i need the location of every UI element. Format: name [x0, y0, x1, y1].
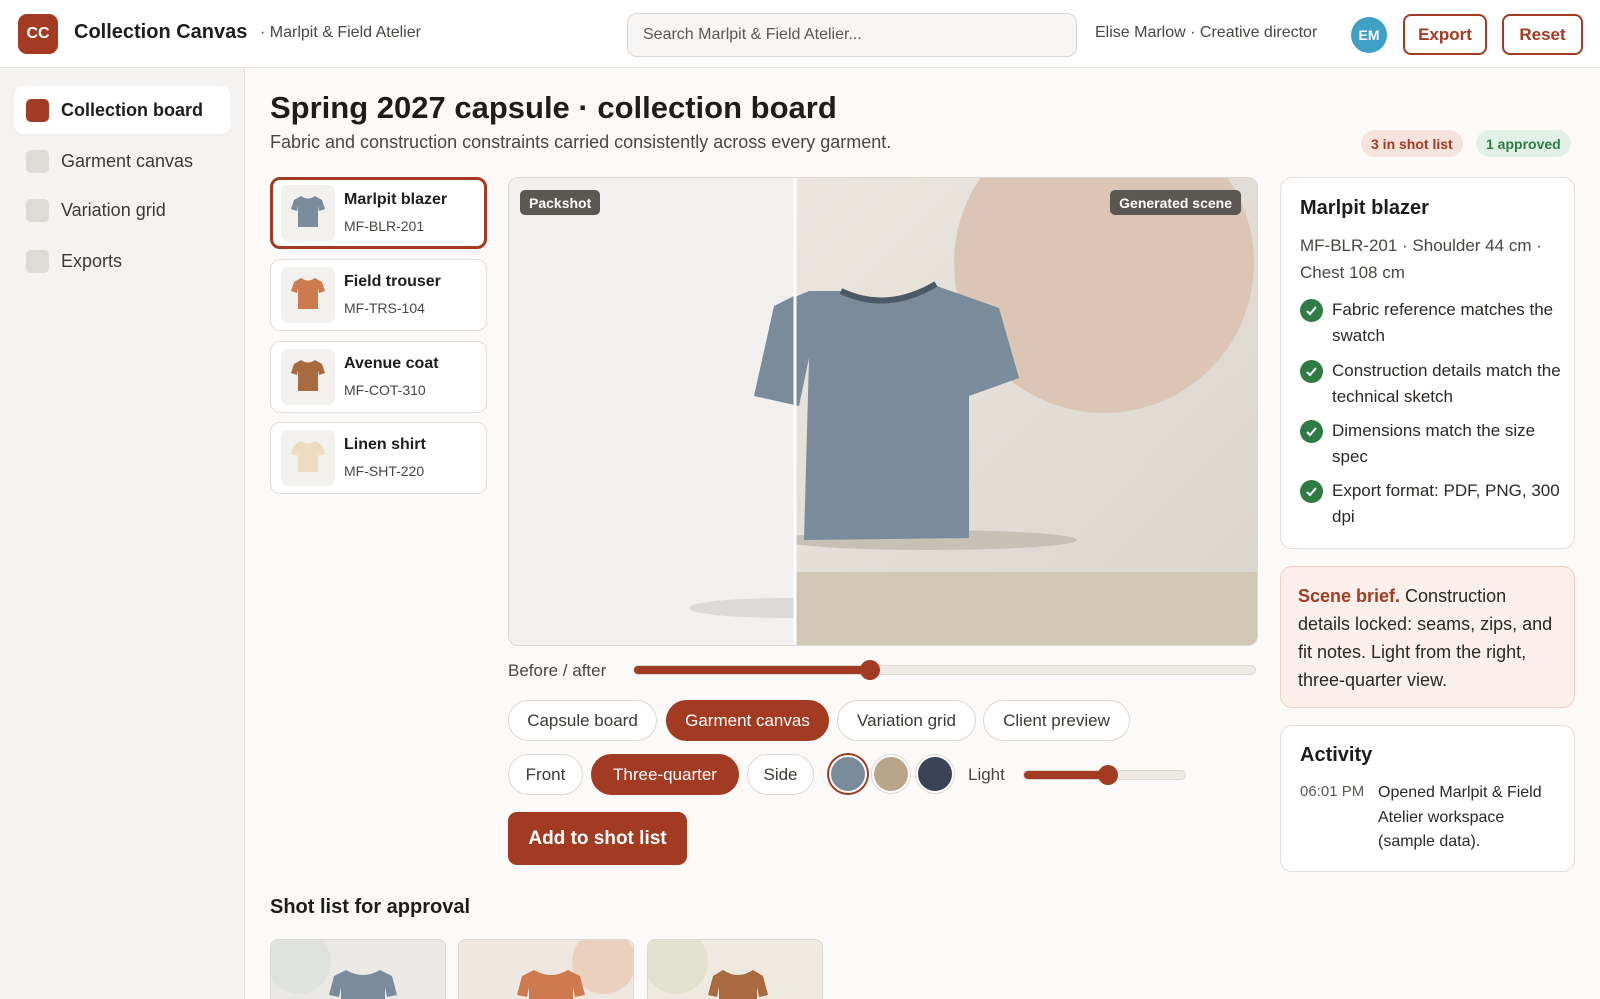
activity-text: Opened Marlpit & Field Atelier workspace… — [1378, 784, 1542, 850]
check-icon — [1300, 299, 1323, 322]
scene-brief: Scene brief. Construction details locked… — [1298, 582, 1560, 694]
page-title: Spring 2027 capsule · collection board — [270, 90, 837, 125]
scene-brief-lead: Scene brief. — [1298, 586, 1401, 606]
garment-card-avenue-coat[interactable]: Avenue coat MF-COT-310 — [270, 341, 487, 413]
garment-name: Linen shirt — [344, 436, 426, 453]
activity-panel: Activity 06:01 PM Opened Marlpit & Field… — [1280, 725, 1575, 872]
garment-name: Avenue coat — [344, 355, 439, 372]
shot-list-count-badge: 3 in shot list — [1361, 130, 1463, 157]
garment-card-linen-shirt[interactable]: Linen shirt MF-SHT-220 — [270, 422, 487, 494]
before-after-canvas[interactable]: Packshot Generated scene — [508, 177, 1258, 646]
check-icon — [1300, 420, 1323, 443]
generated-scene-tag: Generated scene — [1110, 190, 1241, 215]
angle-front-button[interactable]: Front — [508, 754, 583, 795]
tshirt-icon — [291, 278, 325, 309]
before-after-label: Before / after — [508, 661, 607, 680]
user-name: Elise Marlow · Creative director — [1095, 24, 1318, 41]
shot-list-item[interactable] — [647, 939, 823, 999]
spec-check-text: Construction details match the technical… — [1332, 361, 1561, 406]
sidebar-item-variation-grid[interactable]: Variation grid — [14, 186, 231, 234]
spec-check-text: Dimensions match the size spec — [1332, 421, 1536, 466]
sidebar: Collection board Garment canvas Variatio… — [0, 68, 245, 999]
garment-card-field-trouser[interactable]: Field trouser MF-TRS-104 — [270, 259, 487, 331]
spec-check-text: Fabric reference matches the swatch — [1332, 300, 1554, 345]
packshot-tag: Packshot — [520, 190, 601, 215]
garment-thumbnail — [281, 185, 335, 241]
garment-thumbnail — [281, 349, 335, 405]
avatar[interactable]: EM — [1351, 17, 1387, 53]
spec-title: Marlpit blazer — [1300, 197, 1429, 219]
garment-canvas-icon — [26, 149, 49, 173]
sidebar-item-garment-canvas[interactable]: Garment canvas — [14, 137, 231, 185]
light-slider-handle[interactable] — [1097, 765, 1118, 785]
swatch-navy[interactable] — [916, 755, 954, 793]
garment-thumbnail — [281, 267, 335, 323]
tab-capsule-board[interactable]: Capsule board — [508, 700, 657, 741]
add-to-shot-list-button[interactable]: Add to shot list — [508, 812, 687, 865]
activity-time: 06:01 PM — [1300, 783, 1365, 800]
swatch-slate-blue[interactable] — [829, 755, 867, 793]
sidebar-item-label: Collection board — [61, 99, 204, 120]
shot-thumbnail — [648, 940, 822, 999]
light-slider[interactable] — [1023, 765, 1186, 785]
garment-spec-panel: Marlpit blazer MF-BLR-201 · Shoulder 44 … — [1280, 177, 1575, 549]
tshirt-icon — [291, 441, 325, 472]
angle-three-quarter-button[interactable]: Three-quarter — [591, 754, 739, 795]
garment-code: MF-BLR-201 — [344, 218, 425, 234]
tshirt-icon — [291, 360, 325, 391]
collection-board-icon — [26, 98, 49, 122]
before-after-slider-fill — [634, 666, 870, 674]
tab-garment-canvas[interactable]: Garment canvas — [666, 700, 829, 741]
before-after-slider-handle[interactable] — [859, 660, 880, 680]
swatch-sand[interactable] — [872, 755, 910, 793]
tshirt-icon — [291, 196, 325, 227]
garment-thumbnail — [281, 430, 335, 486]
check-icon — [1300, 480, 1323, 503]
top-bar: CC Collection Canvas · Marlpit & Field A… — [0, 0, 1600, 68]
workspace-name: · Marlpit & Field Atelier — [260, 24, 421, 41]
variation-grid-icon — [26, 198, 49, 222]
sidebar-item-collection-board[interactable]: Collection board — [14, 86, 231, 134]
shot-list-title: Shot list for approval — [270, 896, 471, 918]
tab-variation-grid[interactable]: Variation grid — [837, 700, 976, 741]
garment-card-marlpit-blazer[interactable]: Marlpit blazer MF-BLR-201 — [270, 177, 487, 249]
sidebar-item-label: Garment canvas — [61, 150, 194, 171]
shot-list-item[interactable] — [458, 939, 634, 999]
angle-side-button[interactable]: Side — [747, 754, 814, 795]
scene-brief-panel: Scene brief. Construction details locked… — [1280, 566, 1575, 708]
exports-icon — [26, 249, 49, 273]
before-after-slider[interactable] — [633, 660, 1256, 680]
check-icon — [1300, 360, 1323, 383]
light-label: Light — [968, 765, 1005, 784]
garment-name: Field trouser — [344, 273, 441, 290]
scene-illustration — [509, 178, 1257, 645]
shot-list-item[interactable] — [270, 939, 446, 999]
garment-code: MF-TRS-104 — [344, 300, 425, 316]
page-subtitle: Fabric and construction constraints carr… — [270, 132, 892, 152]
shot-thumbnail — [271, 940, 445, 999]
spec-check-text: Export format: PDF, PNG, 300 dpi — [1332, 481, 1560, 526]
sidebar-item-label: Variation grid — [61, 199, 166, 220]
app-logo: CC — [18, 14, 58, 54]
app-title: Collection Canvas — [74, 21, 248, 43]
export-button[interactable]: Export — [1403, 14, 1487, 55]
search-input[interactable] — [627, 13, 1077, 57]
light-slider-fill — [1024, 771, 1108, 779]
garment-name: Marlpit blazer — [344, 191, 448, 208]
sidebar-item-exports[interactable]: Exports — [14, 237, 231, 285]
shot-thumbnail — [459, 940, 633, 999]
activity-title: Activity — [1300, 744, 1373, 766]
reset-button[interactable]: Reset — [1502, 14, 1583, 55]
garment-code: MF-SHT-220 — [344, 463, 425, 479]
approved-count-badge: 1 approved — [1476, 130, 1571, 157]
tab-client-preview[interactable]: Client preview — [983, 700, 1130, 741]
spec-measurements: MF-BLR-201 · Shoulder 44 cm · Chest 108 … — [1300, 236, 1542, 282]
garment-code: MF-COT-310 — [344, 382, 426, 398]
sidebar-item-label: Exports — [61, 250, 123, 271]
